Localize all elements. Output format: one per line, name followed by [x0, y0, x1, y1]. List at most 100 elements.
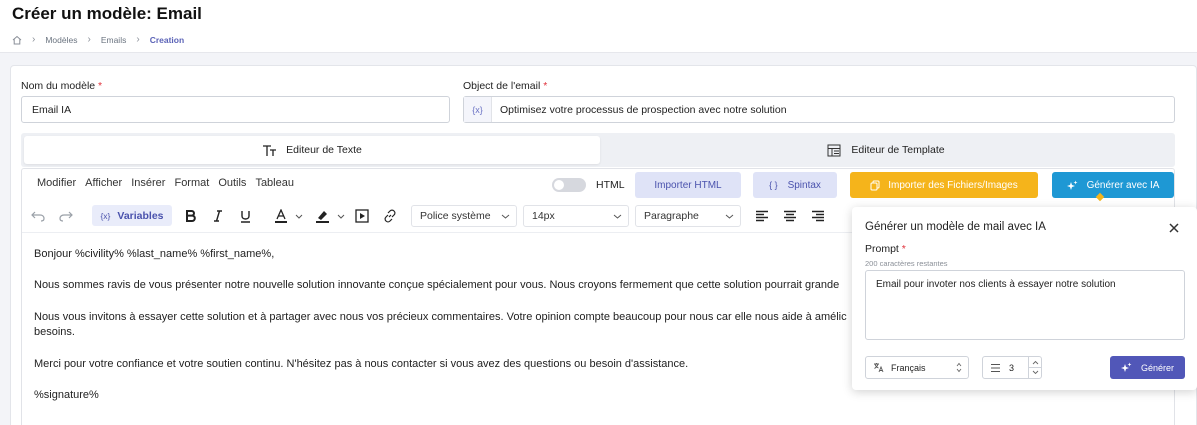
ai-generate-popup: Générer un modèle de mail avec IA Prompt…: [852, 207, 1197, 390]
count-value: 3: [1009, 362, 1015, 373]
highlight-icon[interactable]: [313, 207, 331, 225]
block-format-select[interactable]: Paragraphe: [635, 205, 741, 227]
chevron-right-icon: ›: [32, 34, 36, 45]
count-stepper[interactable]: 3: [982, 356, 1042, 379]
variables-label: Variables: [117, 209, 164, 222]
variable-insert-icon: {x}: [100, 210, 111, 221]
html-toggle-label: HTML: [596, 179, 625, 191]
align-right-icon[interactable]: [810, 207, 826, 225]
align-left-icon[interactable]: [754, 207, 770, 225]
language-value: Français: [891, 362, 926, 373]
menu-insert[interactable]: Insérer: [131, 177, 165, 189]
menu-edit[interactable]: Modifier: [37, 177, 76, 189]
name-label-text: Nom du modèle: [21, 80, 96, 92]
menu-tools[interactable]: Outils: [218, 177, 246, 189]
generate-label: Générer: [1140, 362, 1175, 373]
link-icon[interactable]: [382, 207, 398, 225]
object-field-value: Optimisez votre processus de prospection…: [500, 103, 787, 116]
object-label: Object de l'email *: [463, 80, 547, 92]
prompt-textarea[interactable]: Email pour invoter nos clients à essayer…: [865, 270, 1185, 340]
content-paragraph-3: Merci pour votre confiance et votre sout…: [34, 358, 689, 370]
generate-button[interactable]: Générer: [1110, 356, 1185, 379]
name-field-value: Email IA: [32, 103, 72, 116]
chevron-right-icon: ›: [87, 34, 91, 45]
required-marker: *: [543, 80, 548, 92]
chevron-down-icon: [501, 214, 510, 219]
content-paragraph-1: Nous sommes ravis de vous présenter notr…: [34, 279, 840, 291]
menu-view[interactable]: Afficher: [85, 177, 122, 189]
braces-icon: { }: [769, 180, 778, 190]
tab-text-editor-label: Editeur de Texte: [286, 144, 362, 156]
bold-button[interactable]: [183, 207, 197, 225]
underline-button[interactable]: [238, 207, 252, 225]
required-marker: *: [98, 80, 103, 92]
font-size-value: 14px: [532, 210, 555, 222]
generate-ai-button[interactable]: Générer avec IA: [1052, 172, 1174, 198]
font-size-select[interactable]: 14px: [523, 205, 629, 227]
sparkle-icon: [1066, 180, 1078, 191]
variables-button[interactable]: {x} Variables: [92, 205, 172, 226]
close-icon[interactable]: [1168, 222, 1182, 236]
language-select[interactable]: Français: [865, 356, 969, 379]
undo-icon[interactable]: [30, 207, 46, 225]
spintax-label: Spintax: [787, 179, 821, 191]
template-layout-icon: [827, 144, 841, 157]
align-center-icon[interactable]: [782, 207, 798, 225]
translate-icon: [873, 362, 884, 373]
content-signature: %signature%: [34, 389, 99, 401]
sort-arrows-icon: [956, 362, 962, 373]
tab-text-editor[interactable]: Editeur de Texte: [24, 136, 600, 164]
breadcrumb-item-emails[interactable]: Emails: [101, 35, 127, 45]
tab-template-editor[interactable]: Editeur de Template: [600, 136, 1172, 164]
stepper-arrows-icon[interactable]: [1028, 357, 1042, 378]
text-color-icon[interactable]: [272, 207, 290, 225]
required-marker: *: [901, 243, 906, 255]
import-files-button[interactable]: Importer des Fichiers/Images: [850, 172, 1038, 198]
menu-format[interactable]: Format: [174, 177, 209, 189]
prompt-value: Email pour invoter nos clients à essayer…: [876, 279, 1116, 290]
name-field[interactable]: Email IA: [21, 96, 450, 123]
breadcrumb-item-models[interactable]: Modèles: [45, 35, 77, 45]
font-family-select[interactable]: Police système: [411, 205, 517, 227]
chevron-down-icon: [613, 214, 622, 219]
page-header: Créer un modèle: Email › Modèles › Email…: [0, 0, 1197, 53]
popup-title: Générer un modèle de mail avec IA: [865, 221, 1046, 233]
import-html-button[interactable]: Importer HTML: [635, 172, 741, 198]
list-icon: [990, 363, 1001, 373]
remaining-characters: 200 caractères restantes: [865, 259, 948, 268]
name-label: Nom du modèle *: [21, 80, 102, 92]
prompt-label: Prompt *: [865, 243, 906, 255]
content-paragraph-2: Nous vous invitons à essayer cette solut…: [34, 311, 847, 323]
html-toggle[interactable]: [552, 178, 586, 192]
home-icon[interactable]: [12, 35, 22, 45]
content-paragraph-2-cont: besoins.: [34, 326, 75, 338]
sparkle-icon: [1120, 362, 1132, 373]
generate-ai-label: Générer avec IA: [1086, 179, 1160, 191]
menu-table[interactable]: Tableau: [255, 177, 294, 189]
italic-button[interactable]: [211, 207, 225, 225]
block-format-value: Paragraphe: [644, 210, 699, 222]
breadcrumb: › Modèles › Emails › Creation: [12, 34, 184, 45]
chevron-down-icon[interactable]: [294, 209, 304, 223]
chevron-down-icon: [725, 214, 734, 219]
tab-template-editor-label: Editeur de Template: [851, 144, 945, 156]
chevron-right-icon: ›: [136, 34, 140, 45]
object-label-text: Object de l'email: [463, 80, 541, 92]
content-greeting: Bonjour %civility% %last_name% %first_na…: [34, 248, 275, 260]
object-field[interactable]: {x} Optimisez votre processus de prospec…: [463, 96, 1175, 123]
editor-tabs: Editeur de Texte Editeur de Template: [21, 133, 1175, 167]
chevron-down-icon[interactable]: [336, 209, 346, 223]
editor-menubar: Modifier Afficher Insérer Format Outils …: [37, 177, 303, 189]
media-icon[interactable]: [354, 207, 370, 225]
breadcrumb-item-creation: Creation: [149, 34, 185, 45]
text-format-icon: [262, 144, 278, 157]
font-family-value: Police système: [420, 210, 491, 222]
variable-insert-icon[interactable]: {x}: [464, 97, 492, 122]
file-copy-icon: [870, 180, 880, 191]
page-title: Créer un modèle: Email: [12, 4, 202, 23]
redo-icon[interactable]: [58, 207, 74, 225]
prompt-label-text: Prompt: [865, 243, 899, 255]
import-html-label: Importer HTML: [654, 179, 722, 191]
spintax-button[interactable]: { } Spintax: [753, 172, 837, 198]
import-files-label: Importer des Fichiers/Images: [888, 179, 1018, 191]
